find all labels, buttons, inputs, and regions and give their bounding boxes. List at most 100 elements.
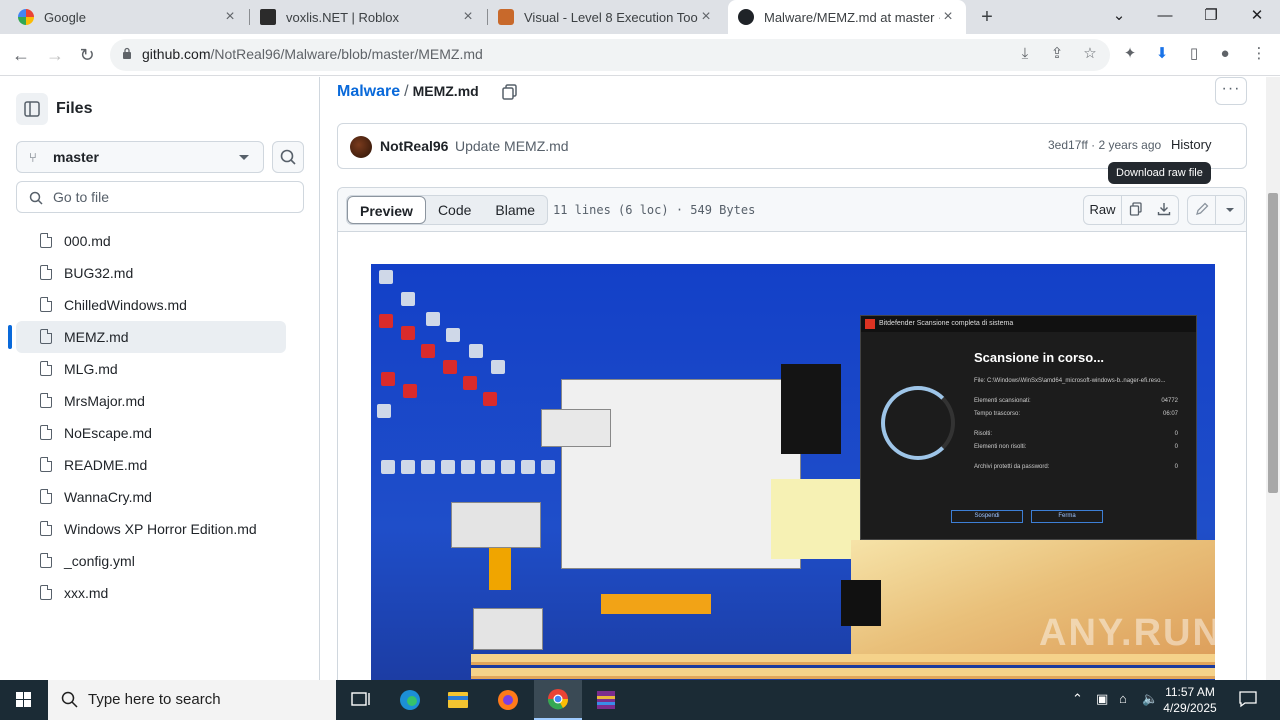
search-files-button[interactable] [272, 141, 304, 173]
start-button[interactable] [0, 680, 48, 720]
minimize-button[interactable]: — [1142, 0, 1188, 34]
windows-logo-icon [16, 692, 31, 707]
edit-actions [1187, 195, 1245, 225]
file-icon [40, 553, 52, 568]
chrome-taskbar-button[interactable] [534, 680, 582, 720]
bitdefender-icon [443, 360, 457, 374]
history-button[interactable]: History [1171, 137, 1211, 152]
task-view-button[interactable] [336, 680, 384, 720]
back-icon[interactable]: ← [8, 42, 34, 68]
chrome-icon [547, 689, 569, 710]
file-item[interactable]: xxx.md [16, 577, 286, 609]
recycle-bin-icon [401, 460, 415, 474]
tab-voxlis[interactable]: voxlis.NET | Roblox × [250, 0, 486, 34]
notifications-icon[interactable] [1238, 689, 1258, 712]
window-close-button[interactable]: ✕ [1234, 0, 1280, 34]
more-options-button[interactable]: ··· [1215, 77, 1247, 105]
extensions-icon[interactable]: ✦ [1119, 43, 1141, 65]
restore-button[interactable]: ❐ [1188, 0, 1234, 34]
recycle-bin-icon [446, 328, 460, 342]
downloads-icon[interactable]: ⬇ [1151, 43, 1173, 65]
file-item[interactable]: README.md [16, 449, 286, 481]
file-item[interactable]: BUG32.md [16, 257, 286, 289]
sidebar-collapse-icon [24, 101, 40, 117]
pencil-icon [1195, 202, 1208, 215]
address-bar[interactable]: github.com/NotReal96/Malware/blob/master… [110, 39, 1110, 71]
copy-path-icon[interactable] [501, 83, 519, 101]
copy-icon [1129, 202, 1142, 216]
file-item-selected[interactable]: MEMZ.md [8, 321, 286, 353]
winrar-taskbar-button[interactable] [582, 680, 630, 720]
close-icon[interactable]: × [222, 8, 238, 26]
tab-visual[interactable]: Visual - Level 8 Execution Tool Fo × [488, 0, 724, 34]
edge-taskbar-button[interactable] [386, 680, 434, 720]
page-scrollbar[interactable] [1266, 77, 1280, 680]
edit-button[interactable] [1188, 196, 1216, 224]
network-icon[interactable]: ▣ [1096, 691, 1108, 707]
chevron-down-icon [239, 155, 249, 160]
files-heading: Files [56, 100, 93, 117]
file-item[interactable]: MrsMajor.md [16, 385, 286, 417]
install-app-icon[interactable]: ⤓ [1014, 43, 1036, 65]
close-icon[interactable]: × [460, 8, 476, 26]
firefox-taskbar-button[interactable] [484, 680, 532, 720]
edit-dropdown-button[interactable] [1216, 196, 1244, 224]
branch-selector[interactable]: ⑂ master [16, 141, 264, 173]
search-icon [29, 191, 43, 205]
file-icon [40, 329, 52, 344]
avatar[interactable] [350, 136, 372, 158]
close-icon[interactable]: × [940, 8, 956, 26]
glitch-dialog [541, 409, 611, 447]
forward-icon[interactable]: → [42, 42, 68, 68]
clock-time: 11:57 AM [1165, 685, 1215, 699]
file-item[interactable]: NoEscape.md [16, 417, 286, 449]
close-icon[interactable]: × [698, 8, 714, 26]
tab-code[interactable]: Code [426, 196, 483, 224]
volume-icon[interactable]: 🔈 [1142, 691, 1158, 707]
file-explorer-taskbar-button[interactable] [434, 680, 482, 720]
new-tab-button[interactable]: + [976, 6, 998, 28]
copy-raw-button[interactable] [1122, 196, 1150, 224]
file-item[interactable]: 000.md [16, 225, 286, 257]
bookmark-star-icon[interactable]: ☆ [1079, 43, 1101, 65]
tab-search-icon[interactable]: ⌄ [1096, 0, 1142, 34]
wifi-icon[interactable]: ⌂ [1119, 691, 1127, 706]
file-item[interactable]: WannaCry.md [16, 481, 286, 513]
scan-stat-row: Elementi scansionati: 04772 [974, 398, 1178, 404]
go-to-file-placeholder: Go to file [53, 189, 110, 205]
tab-github[interactable]: Malware/MEMZ.md at master · N × [728, 0, 966, 34]
go-to-file-input[interactable]: Go to file [16, 181, 304, 213]
profile-avatar-icon[interactable]: ● [1214, 43, 1236, 65]
scan-stat-row: Elementi non risolti: 0 [974, 444, 1178, 450]
bitdefender-icon [403, 384, 417, 398]
tab-preview[interactable]: Preview [347, 196, 426, 224]
download-raw-button[interactable] [1150, 196, 1178, 224]
file-item[interactable]: ChilledWindows.md [16, 289, 286, 321]
reload-icon[interactable]: ↻ [74, 42, 100, 68]
raw-button[interactable]: Raw [1084, 196, 1122, 224]
scrollbar-thumb[interactable] [1268, 193, 1278, 493]
breadcrumb-repo-link[interactable]: Malware [337, 83, 400, 100]
share-icon[interactable]: ⇪ [1046, 43, 1068, 65]
file-item[interactable]: Windows XP Horror Edition.md [16, 513, 286, 545]
glitch-block [489, 548, 511, 590]
collapse-panel-button[interactable] [16, 93, 48, 125]
tab-blame[interactable]: Blame [483, 196, 547, 224]
commit-author[interactable]: NotReal96 [380, 138, 448, 154]
recycle-bin-icon [541, 460, 555, 474]
file-icon [40, 233, 52, 248]
file-item[interactable]: _config.yml [16, 545, 286, 577]
search-icon [61, 691, 78, 708]
tab-google[interactable]: Google × [8, 0, 248, 34]
commit-meta[interactable]: 3ed17ff · 2 years ago [1048, 138, 1161, 152]
file-item[interactable]: MLG.md [16, 353, 286, 385]
url-host: github.com [142, 46, 211, 62]
commit-message[interactable]: Update MEMZ.md [455, 138, 569, 154]
taskbar-clock[interactable]: 11:57 AM 4/29/2025 [1160, 684, 1220, 716]
recycle-bin-icon [379, 270, 393, 284]
side-panel-icon[interactable]: ▯ [1183, 43, 1205, 65]
tray-overflow-icon[interactable]: ⌃ [1072, 691, 1083, 707]
bitdefender-icon [401, 326, 415, 340]
taskbar-search-box[interactable]: Type here to search [48, 680, 336, 720]
chrome-menu-icon[interactable]: ⋮ [1248, 43, 1270, 65]
